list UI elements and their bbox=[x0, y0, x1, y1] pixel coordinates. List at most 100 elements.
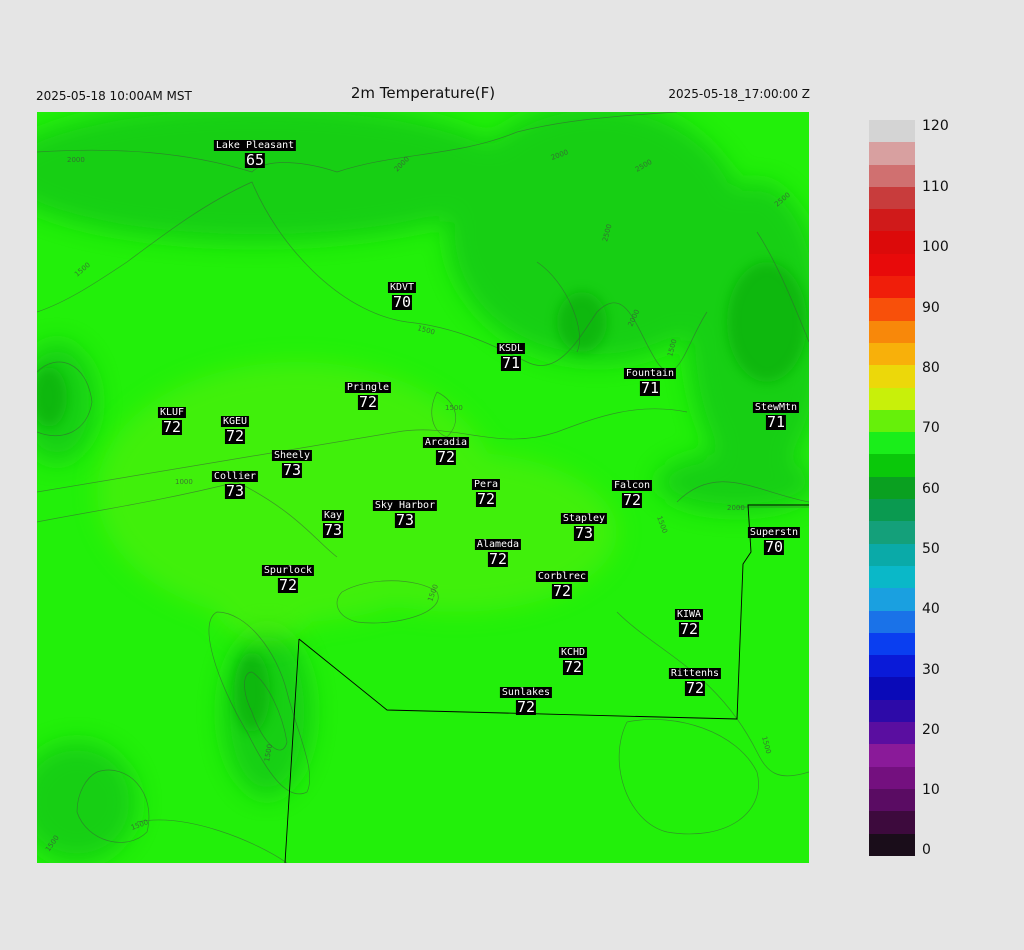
colorbar-segment bbox=[869, 833, 915, 856]
station-marker[interactable]: KIWA 72 bbox=[674, 609, 704, 638]
colorbar-segment bbox=[869, 142, 915, 165]
station-temperature: 73 bbox=[224, 482, 246, 500]
colorbar-tick: 0 bbox=[922, 842, 931, 858]
colorbar-tick: 90 bbox=[922, 300, 940, 316]
station-marker[interactable]: Fountain 71 bbox=[623, 368, 677, 397]
colorbar-segment bbox=[869, 811, 915, 834]
station-marker[interactable]: KLUF 72 bbox=[157, 407, 187, 435]
colorbar-segment bbox=[869, 164, 915, 187]
colorbar-segment bbox=[869, 120, 915, 143]
contour-label: 2000 bbox=[727, 504, 745, 512]
station-temperature: 72 bbox=[224, 427, 246, 445]
station-temperature: 72 bbox=[621, 491, 643, 509]
station-temperature: 72 bbox=[277, 576, 299, 594]
colorbar-segment bbox=[869, 655, 915, 678]
colorbar-tick: 120 bbox=[922, 118, 949, 134]
colorbar-tick: 50 bbox=[922, 541, 940, 557]
colorbar-segment bbox=[869, 454, 915, 477]
station-temperature: 70 bbox=[391, 293, 413, 311]
station-marker[interactable]: Rittenhs 72 bbox=[668, 668, 722, 697]
station-temperature: 72 bbox=[551, 582, 573, 600]
station-marker[interactable]: StewMtn 71 bbox=[752, 402, 800, 431]
station-name: KSDL bbox=[496, 343, 526, 354]
station-name: Falcon bbox=[611, 480, 653, 491]
station-marker[interactable]: Lake Pleasant 65 bbox=[213, 140, 297, 169]
station-temperature: 73 bbox=[322, 521, 344, 539]
station-temperature: 72 bbox=[357, 393, 379, 411]
contour-label: 1500 bbox=[445, 404, 463, 412]
station-marker[interactable]: KGEU 72 bbox=[220, 416, 250, 445]
colorbar-segment bbox=[869, 387, 915, 410]
colorbar-segment bbox=[869, 565, 915, 589]
colorbar-segment bbox=[869, 699, 915, 723]
colorbar-segment bbox=[869, 365, 915, 388]
station-marker[interactable]: KSDL 71 bbox=[496, 343, 526, 371]
colorbar-segment bbox=[869, 521, 915, 544]
station-name: Spurlock bbox=[261, 565, 315, 576]
colorbar-segment bbox=[869, 432, 915, 455]
station-marker[interactable]: Alameda 72 bbox=[474, 539, 522, 568]
station-marker[interactable]: Pringle 72 bbox=[344, 382, 392, 411]
station-marker[interactable]: Stapley 73 bbox=[560, 513, 608, 542]
colorbar-segment bbox=[869, 186, 915, 210]
colorbar-segment bbox=[869, 276, 915, 299]
station-temperature: 65 bbox=[244, 151, 266, 169]
colorbar-segment bbox=[869, 788, 915, 812]
colorbar-segment bbox=[869, 342, 915, 366]
station-marker[interactable]: Sunlakes 72 bbox=[499, 687, 553, 715]
contour-label: 1000 bbox=[175, 478, 193, 486]
station-marker[interactable]: KCHD 72 bbox=[558, 647, 588, 676]
station-temperature: 72 bbox=[487, 550, 509, 568]
station-temperature: 72 bbox=[475, 490, 497, 508]
temperature-colorbar bbox=[869, 120, 915, 856]
station-marker[interactable]: Collier 73 bbox=[211, 471, 259, 500]
station-temperature: 72 bbox=[678, 620, 700, 638]
station-name: Sheely bbox=[271, 450, 313, 461]
station-temperature: 73 bbox=[281, 461, 303, 479]
station-name: StewMtn bbox=[752, 402, 800, 413]
station-marker[interactable]: Sky Harbor 73 bbox=[372, 500, 438, 529]
colorbar-tick: 20 bbox=[922, 722, 940, 738]
colorbar-tick: 30 bbox=[922, 662, 940, 678]
colorbar-segment bbox=[869, 320, 915, 343]
station-marker[interactable]: Superstn 70 bbox=[747, 527, 801, 555]
temperature-map[interactable]: 2000 2000 2000 2500 2500 2000 1500 2500 … bbox=[37, 112, 809, 863]
colorbar-tick: 100 bbox=[922, 239, 949, 255]
station-marker[interactable]: KDVT 70 bbox=[387, 282, 417, 311]
station-temperature: 72 bbox=[684, 679, 706, 697]
station-marker[interactable]: Spurlock 72 bbox=[261, 565, 315, 594]
station-name: KCHD bbox=[558, 647, 588, 658]
station-temperature: 72 bbox=[562, 658, 584, 676]
station-temperature: 73 bbox=[573, 524, 595, 542]
station-marker[interactable]: Sheely 73 bbox=[271, 450, 313, 479]
colorbar-segment bbox=[869, 253, 915, 277]
colorbar-segment bbox=[869, 298, 915, 321]
colorbar-segment bbox=[869, 588, 915, 611]
colorbar-tick: 110 bbox=[922, 179, 949, 195]
station-marker[interactable]: Pera 72 bbox=[471, 479, 501, 508]
station-marker[interactable]: Corblrec 72 bbox=[535, 571, 589, 600]
station-temperature: 72 bbox=[435, 448, 457, 466]
colorbar-tick: 70 bbox=[922, 420, 940, 436]
station-name: Fountain bbox=[623, 368, 677, 379]
station-name: Alameda bbox=[474, 539, 522, 550]
station-name: Lake Pleasant bbox=[213, 140, 297, 151]
colorbar-segment bbox=[869, 632, 915, 656]
valid-time-utc: 2025-05-18_17:00:00 Z bbox=[668, 87, 810, 101]
station-marker[interactable]: Falcon 72 bbox=[611, 480, 653, 509]
station-name: Collier bbox=[211, 471, 259, 482]
station-name: Superstn bbox=[747, 527, 801, 538]
station-temperature: 71 bbox=[765, 413, 787, 431]
colorbar-segment bbox=[869, 476, 915, 500]
station-temperature: 71 bbox=[639, 379, 661, 397]
station-marker[interactable]: Kay 73 bbox=[321, 510, 345, 539]
colorbar-segment bbox=[869, 766, 915, 789]
station-temperature: 73 bbox=[394, 511, 416, 529]
station-name: Pera bbox=[471, 479, 501, 490]
colorbar-segment bbox=[869, 677, 915, 700]
station-marker[interactable]: Arcadia 72 bbox=[422, 437, 470, 466]
colorbar-tick: 60 bbox=[922, 481, 940, 497]
colorbar-tick: 80 bbox=[922, 360, 940, 376]
contour-label: 2000 bbox=[67, 156, 85, 164]
colorbar-tick: 40 bbox=[922, 601, 940, 617]
